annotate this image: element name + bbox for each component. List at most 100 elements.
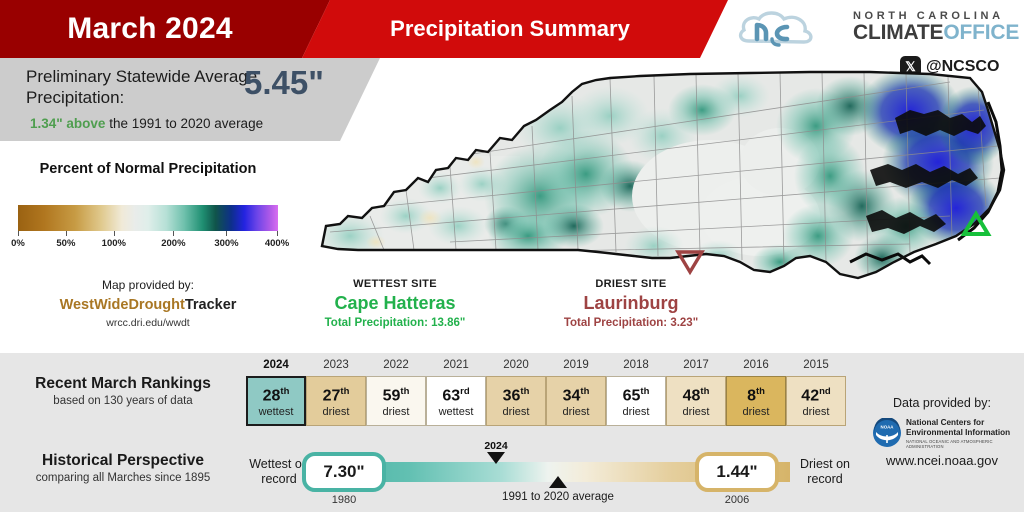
ranking-year-label: 2015 bbox=[803, 359, 829, 371]
driest-on-record-value: 1.44" bbox=[695, 452, 779, 492]
north-carolina-map-svg bbox=[320, 70, 1006, 280]
ranking-year-label: 2016 bbox=[743, 359, 769, 371]
rankings-title: Recent March Rankings bbox=[35, 375, 211, 392]
ranking-number: 27th bbox=[322, 385, 350, 405]
legend-title: Percent of Normal Precipitation bbox=[39, 161, 257, 177]
precipitation-map bbox=[310, 66, 1024, 296]
data-provided-by-label: Data provided by: bbox=[893, 396, 991, 410]
ranking-cell: 36th driest bbox=[486, 376, 546, 426]
wettest-site-callout: WETTEST SITE Cape Hatteras Total Precipi… bbox=[272, 278, 518, 329]
ranking-cell: 42nd driest bbox=[786, 376, 846, 426]
ranking-kind: driest bbox=[502, 406, 530, 419]
ranking-year-label: 2022 bbox=[383, 359, 409, 371]
ranking-number: 8th bbox=[747, 385, 765, 405]
ncei-line-1: National Centers for bbox=[906, 418, 985, 427]
ranking-kind: wettest bbox=[258, 406, 294, 419]
legend-tick bbox=[173, 231, 175, 236]
rankings-row: 28th wettest 27th driest 59th driest 63rd wette… bbox=[246, 376, 846, 426]
provider-url: wrcc.dri.edu/wwdt bbox=[106, 317, 190, 329]
wettest-on-record-year: 1980 bbox=[331, 494, 357, 506]
legend-tick bbox=[65, 231, 67, 236]
nc-climate-office-logo: NORTH CAROLINA CLIMATEOFFICE bbox=[735, 8, 1019, 52]
legend-colorbar bbox=[18, 205, 278, 231]
current-year-marker-triangle bbox=[487, 452, 505, 464]
ranking-cell: 27th driest bbox=[306, 376, 366, 426]
ranking-kind: driest bbox=[562, 406, 590, 419]
ranking-number: 36th bbox=[502, 385, 530, 405]
driest-site-kind: DRIEST SITE bbox=[595, 278, 667, 290]
ncei-line-3: NATIONAL OCEANIC AND ATMOSPHERIC ADMINIS… bbox=[906, 438, 993, 449]
noaa-ncei-logo-block: NOAA National Centers for Environmental … bbox=[872, 417, 1020, 449]
logo-climate-text: CLIMATE bbox=[853, 21, 944, 44]
driest-site-name: Laurinburg bbox=[583, 293, 679, 313]
ranking-kind: driest bbox=[682, 406, 710, 419]
map-provider-block: Map provided by: WestWideDroughtTracker … bbox=[18, 278, 278, 329]
departure-baseline: the 1991 to 2020 average bbox=[105, 116, 264, 131]
wettest-on-record-label: Wettest on record bbox=[249, 457, 309, 486]
ranking-kind: driest bbox=[322, 406, 350, 419]
ranking-kind: driest bbox=[742, 406, 770, 419]
legend-tick-label: 300% bbox=[214, 238, 239, 249]
logo-line-climate-office: CLIMATEOFFICE bbox=[853, 22, 1019, 44]
wettest-site-total: Total Precipitation: 13.86" bbox=[324, 317, 466, 329]
ranking-cell: 28th wettest bbox=[246, 376, 306, 426]
ncei-url: www.ncei.noaa.gov bbox=[885, 453, 998, 468]
ranking-year-label: 2019 bbox=[563, 359, 589, 371]
map-provided-by-label: Map provided by: bbox=[101, 278, 195, 292]
driest-on-record-year: 2006 bbox=[724, 494, 750, 506]
departure-amount: 1.34" above bbox=[30, 116, 106, 131]
provider-name-part-b: Tracker bbox=[184, 297, 237, 313]
wettest-site-kind: WETTEST SITE bbox=[353, 278, 437, 290]
ranking-kind: wettest bbox=[438, 406, 474, 419]
legend-tick bbox=[113, 231, 115, 236]
current-year-marker-label: 2024 bbox=[484, 440, 508, 452]
logo-wordmark: NORTH CAROLINA CLIMATEOFFICE bbox=[853, 10, 1019, 44]
rankings-subtitle: based on 130 years of data bbox=[53, 395, 193, 407]
ranking-number: 63rd bbox=[442, 385, 470, 405]
noaa-seal-icon: NOAA bbox=[873, 417, 901, 447]
wettest-on-record-value: 7.30" bbox=[302, 452, 386, 492]
average-marker-label: 1991 to 2020 average bbox=[502, 491, 614, 503]
ranking-cell: 48th driest bbox=[666, 376, 726, 426]
ranking-kind: driest bbox=[382, 406, 410, 419]
legend-ticks bbox=[18, 231, 278, 238]
legend-tick bbox=[226, 231, 228, 236]
ranking-year-label: 2018 bbox=[623, 359, 649, 371]
page-subtitle: Precipitation Summary bbox=[390, 16, 630, 41]
rankings-section-header: Recent March Rankings based on 130 years… bbox=[12, 375, 234, 407]
ranking-year-label: 2020 bbox=[503, 359, 529, 371]
ncei-line-2: Environmental Information bbox=[906, 427, 1011, 437]
ranking-number: 28th bbox=[262, 385, 290, 405]
ranking-cell: 59th driest bbox=[366, 376, 426, 426]
ranking-number: 34th bbox=[562, 385, 590, 405]
ranking-cell: 65th driest bbox=[606, 376, 666, 426]
ranking-cell: 63rd wettest bbox=[426, 376, 486, 426]
provider-name: WestWideDroughtTracker bbox=[18, 297, 278, 313]
ranking-kind: driest bbox=[622, 406, 650, 419]
provider-name-part-a: WestWideDrought bbox=[59, 297, 185, 313]
historical-section-header: Historical Perspective comparing all Mar… bbox=[12, 452, 234, 484]
noaa-ncei-wordmark: National Centers for Environmental Infor… bbox=[906, 418, 1020, 449]
ranking-year-label: 2023 bbox=[323, 359, 349, 371]
driest-site-total: Total Precipitation: 3.23" bbox=[563, 317, 699, 329]
ranking-number: 48th bbox=[682, 385, 710, 405]
cloud-nc-icon bbox=[738, 11, 813, 47]
legend-tick-label: 400% bbox=[264, 238, 290, 249]
ranking-cell: 8th driest bbox=[726, 376, 786, 426]
ranking-cell: 34th driest bbox=[546, 376, 606, 426]
ranking-year-label: 2024 bbox=[263, 359, 289, 371]
driest-on-record-label: Driest on record bbox=[799, 457, 851, 486]
ranking-number: 42nd bbox=[801, 385, 831, 405]
legend-tick bbox=[277, 231, 278, 236]
legend-tick bbox=[18, 231, 19, 236]
driest-site-callout: DRIEST SITE Laurinburg Total Precipitati… bbox=[508, 278, 754, 329]
page-title: March 2024 bbox=[67, 12, 233, 45]
average-marker-triangle bbox=[549, 476, 567, 488]
logo-office-text: OFFICE bbox=[943, 21, 1020, 44]
svg-text:NOAA: NOAA bbox=[881, 425, 895, 430]
legend-tick-label: 0% bbox=[11, 238, 25, 249]
wettest-site-name: Cape Hatteras bbox=[334, 293, 456, 313]
legend-tick-label: 100% bbox=[101, 238, 126, 249]
legend-tick-label: 50% bbox=[56, 238, 76, 249]
departure-from-normal: 1.34" above the 1991 to 2020 average bbox=[30, 116, 263, 131]
